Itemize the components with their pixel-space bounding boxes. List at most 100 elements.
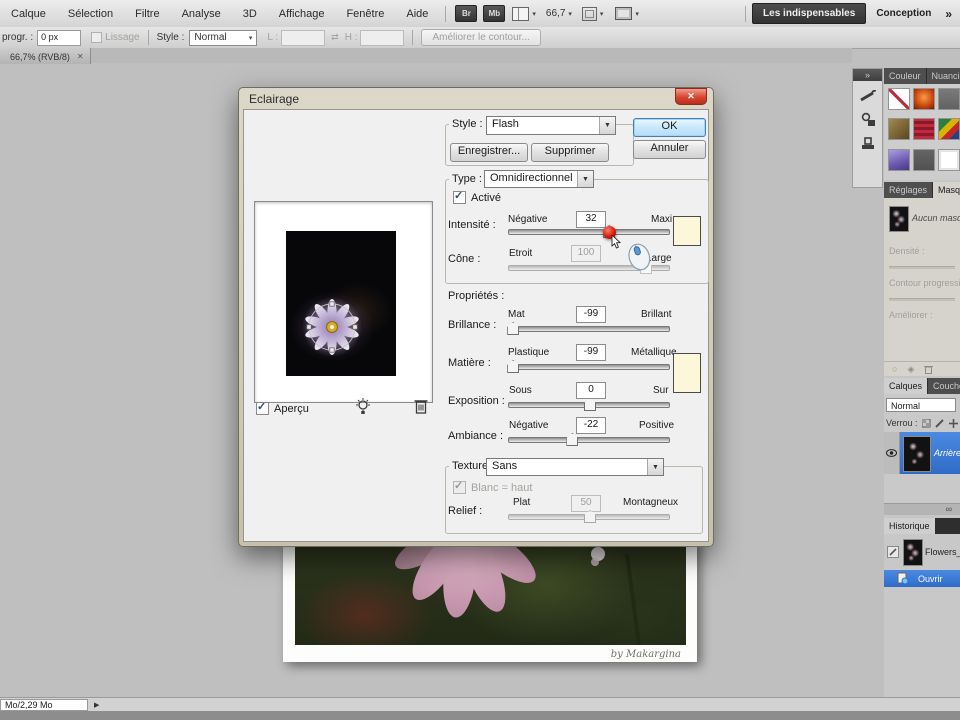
material-slider[interactable]	[507, 360, 670, 373]
intensity-slider[interactable]	[508, 225, 670, 238]
tab-calques[interactable]: Calques	[884, 378, 928, 394]
eye-icon[interactable]	[886, 449, 897, 457]
preview-checkbox[interactable]: Aperçu	[256, 400, 309, 415]
menu-selection[interactable]: Sélection	[57, 8, 124, 20]
add-light-bulb-icon[interactable]	[355, 398, 371, 415]
menu-calque[interactable]: Calque	[0, 8, 57, 20]
exposure-slider[interactable]	[508, 398, 670, 411]
style-select[interactable]: Normal ▾	[189, 29, 258, 46]
delete-light-trash-icon[interactable]	[414, 398, 428, 414]
menu-aide[interactable]: Aide	[395, 8, 439, 20]
menu-bar: Calque Sélection Filtre Analyse 3D Affic…	[0, 0, 960, 28]
history-state-label: Ouvrir	[918, 574, 943, 584]
exposure-min-label: Sous	[509, 385, 532, 396]
arrange-documents-icon	[581, 6, 597, 21]
style-swatch-dark-gray[interactable]	[913, 148, 935, 171]
history-snapshot-row[interactable]: Flowers_b	[884, 538, 960, 566]
menu-analyse[interactable]: Analyse	[171, 8, 232, 20]
feather-mask-label: Contour progressif :	[889, 278, 960, 288]
exposure-value[interactable]: 0	[576, 382, 606, 399]
light-enabled-checkbox[interactable]: Activé	[453, 189, 501, 204]
document-tab[interactable]: 66,7% (RVB/8) ✕	[0, 48, 91, 64]
document-tab-bar: 66,7% (RVB/8) ✕	[0, 48, 852, 64]
menu-3d[interactable]: 3D	[232, 8, 268, 20]
preview-image[interactable]	[286, 231, 396, 376]
lock-position-icon[interactable]	[948, 418, 958, 428]
light-color-swatch[interactable]	[673, 216, 701, 246]
tab-couches[interactable]: Couches	[928, 378, 960, 394]
white-is-high-label: Blanc = haut	[471, 481, 533, 494]
layer-row-background[interactable]: Arrière-plan	[884, 432, 960, 474]
history-brush-source-icon[interactable]	[887, 546, 899, 558]
flower-photo-graphic	[395, 546, 641, 645]
chevron-down-icon[interactable]: ▾	[568, 10, 572, 18]
menu-affichage[interactable]: Affichage	[268, 8, 336, 20]
history-state-open[interactable]: Ouvrir	[884, 570, 960, 587]
style-swatch-none[interactable]	[888, 88, 910, 110]
intensity-value[interactable]: 32	[576, 211, 606, 228]
feather-label: progr. :	[2, 32, 34, 43]
view-extras-button[interactable]: ▾	[512, 6, 536, 21]
menu-fenetre[interactable]: Fenêtre	[335, 8, 395, 20]
style-swatch-gray[interactable]	[938, 88, 960, 110]
chevron-down-icon: ▼	[577, 171, 593, 187]
character-panel-icon[interactable]	[860, 136, 876, 150]
light-type-select[interactable]: Omnidirectionnel ▼	[484, 170, 594, 188]
ambience-value[interactable]: -22	[576, 417, 606, 434]
save-style-button[interactable]: Enregistrer...	[450, 143, 528, 162]
arrange-documents-button[interactable]: ▾	[581, 6, 603, 21]
clone-source-panel-icon[interactable]	[860, 112, 876, 127]
style-swatch-red-stripes[interactable]	[913, 118, 935, 141]
mask-thumbnail[interactable]	[889, 206, 909, 232]
mini-bridge-icon[interactable]: Mb	[483, 5, 506, 22]
expand-dock-button[interactable]: »	[853, 69, 882, 81]
material-value[interactable]: -99	[576, 344, 606, 361]
workspace-essentials-button[interactable]: Les indispensables	[752, 3, 867, 24]
close-icon[interactable]: ✕	[77, 52, 84, 61]
antialias-checkbox[interactable]: Lissage	[91, 32, 140, 43]
checkbox-icon	[91, 32, 103, 43]
ok-button[interactable]: OK	[633, 118, 706, 137]
workspace-more-button[interactable]: »	[945, 7, 952, 21]
style-select[interactable]: Flash ▼	[486, 116, 616, 135]
exposure-label: Exposition :	[448, 395, 505, 407]
style-swatch-multicolor[interactable]	[938, 118, 960, 141]
bridge-icon[interactable]: Br	[455, 5, 478, 22]
layer-name: Arrière-plan	[934, 448, 960, 458]
screen-mode-button[interactable]: ▾	[615, 7, 639, 20]
blend-mode-select[interactable]: Normal	[886, 398, 956, 412]
workspace-design-button[interactable]: Conception	[876, 8, 931, 19]
lock-pixels-icon[interactable]	[934, 418, 945, 428]
style-swatch-white[interactable]	[938, 148, 960, 171]
cancel-button[interactable]: Annuler	[633, 140, 706, 159]
zoom-level[interactable]: 66,7	[546, 8, 565, 19]
brush-presets-panel-icon[interactable]	[859, 90, 876, 103]
layer-thumbnail[interactable]	[903, 436, 931, 472]
style-swatch-orange-glow[interactable]	[913, 88, 935, 110]
checkbox-icon	[453, 479, 466, 494]
cone-min-label: Etroit	[509, 248, 533, 259]
tab-historique[interactable]: Historique	[884, 518, 935, 534]
refine-edge-button: Améliorer le contour...	[421, 29, 541, 46]
tab-reglages[interactable]: Réglages	[884, 182, 933, 198]
gloss-value[interactable]: -99	[576, 306, 606, 323]
dialog-close-button[interactable]: ✕	[675, 88, 707, 105]
ambience-slider[interactable]	[508, 433, 670, 446]
material-min-label: Plastique	[508, 347, 550, 358]
feather-input[interactable]: 0 px	[37, 29, 82, 46]
style-swatch-bronze[interactable]	[888, 118, 910, 141]
status-menu-arrow[interactable]: ▶	[94, 701, 99, 709]
link-layers-icon[interactable]: ∞	[884, 503, 960, 515]
style-swatch-purple[interactable]	[888, 148, 910, 171]
tab-nuancier[interactable]: Nuancier	[926, 68, 960, 84]
delete-style-button[interactable]: Supprimer	[531, 143, 609, 162]
lock-transparency-icon[interactable]	[921, 418, 931, 428]
tab-couleur[interactable]: Couleur	[884, 68, 926, 84]
menu-filtre[interactable]: Filtre	[124, 8, 170, 20]
color-range-icon: ◈	[907, 363, 915, 374]
texture-select[interactable]: Sans ▼	[486, 458, 664, 476]
gloss-slider[interactable]	[507, 322, 670, 335]
tab-masques[interactable]: Masques	[933, 182, 960, 198]
document-canvas[interactable]: by Makargina	[283, 540, 697, 662]
ambient-color-swatch[interactable]	[673, 353, 701, 393]
